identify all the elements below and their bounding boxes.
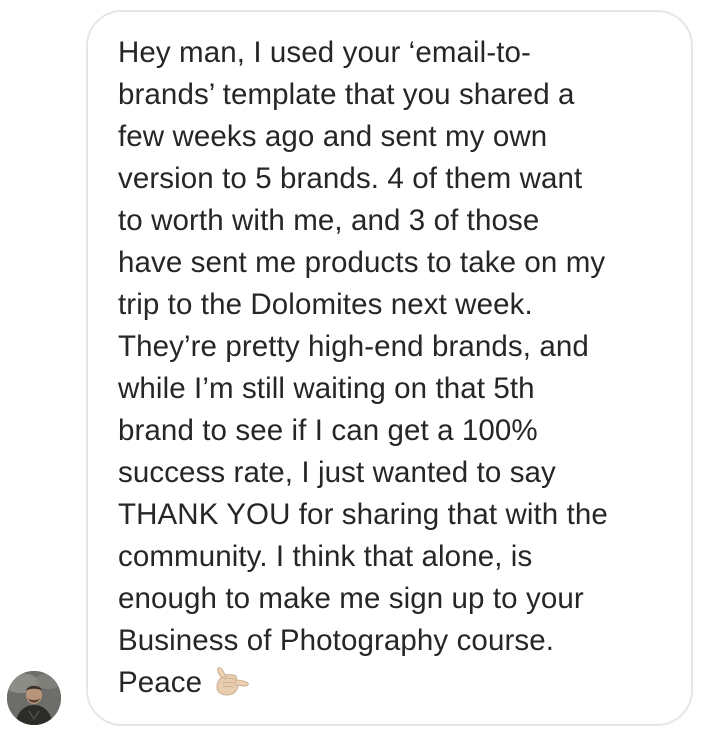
message-line: while I’m still waiting on that 5th (118, 372, 535, 405)
message-line: brand to see if I can get a 100% (118, 414, 538, 447)
sender-avatar[interactable] (7, 671, 61, 725)
message-line-last: Peace (118, 662, 678, 704)
message-line: trip to the Dolomites next week. (118, 288, 533, 321)
message-line: version to 5 brands. 4 of them want (118, 162, 583, 195)
message-line: few weeks ago and sent my own (118, 120, 548, 153)
message-line: Peace (118, 666, 203, 699)
message-line: have sent me products to take on my (118, 246, 606, 279)
call-me-hand-emoji-icon (208, 665, 250, 699)
message-line: They’re pretty high-end brands, and (118, 330, 589, 363)
message-line: enough to make me sign up to your (118, 582, 584, 615)
message-line: community. I think that alone, is (118, 540, 533, 573)
message-line: to worth with me, and 3 of those (118, 204, 540, 237)
message-line: Business of Photography course. (118, 624, 555, 657)
message-line: brands’ template that you shared a (118, 78, 575, 111)
message-line: success rate, I just wanted to say (118, 456, 556, 489)
message-line: Hey man, I used your ‘email-to- (118, 36, 531, 69)
person-photo-icon (7, 671, 61, 725)
message-line: THANK YOU for sharing that with the (118, 498, 608, 531)
message-text: Hey man, I used your ‘email-to- brands’ … (118, 32, 678, 704)
